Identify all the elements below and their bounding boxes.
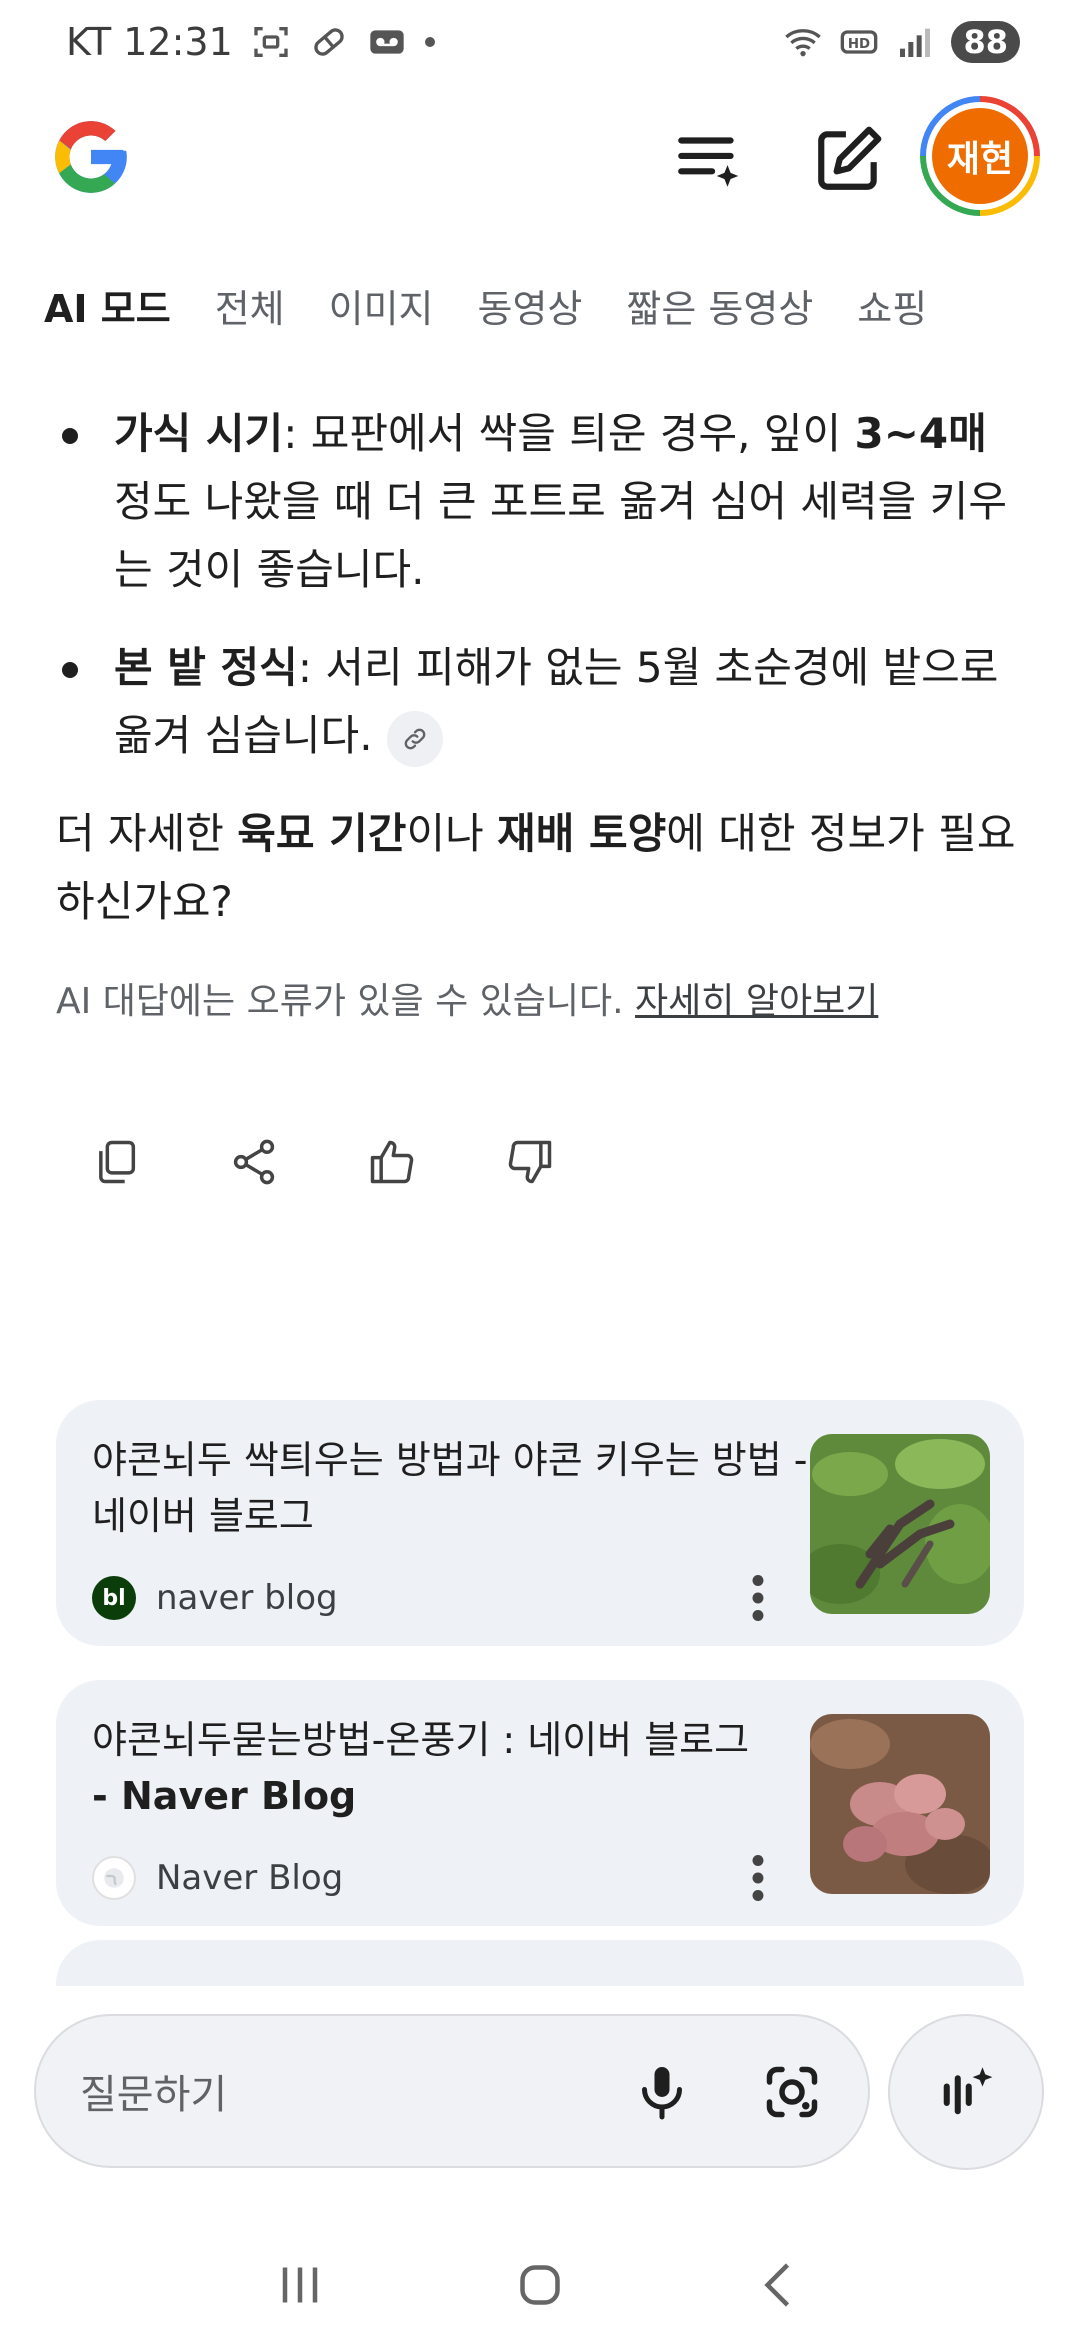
tab-short-videos[interactable]: 짧은 동영상 [604,278,835,333]
google-lens-icon[interactable] [762,2062,822,2122]
followup-text: 더 자세한 [56,809,238,858]
ai-answer: 가식 시기: 묘판에서 싹을 틔운 경우, 잎이 3~4매 정도 나왔을 때 더… [56,400,1026,1028]
source-title-text: 야콘뇌두묻는방법-온풍기 : 네이버 블로그 [92,1718,750,1762]
recent-apps-icon[interactable] [270,2255,330,2315]
source-title-text: - Naver Blog [92,1774,357,1818]
learn-more-link[interactable]: 자세히 알아보기 [635,981,878,1022]
more-options-icon[interactable] [746,1568,770,1628]
link-icon [404,728,425,749]
ai-disclaimer: AI 대답에는 오류가 있을 수 있습니다. 자세히 알아보기 [56,976,1026,1028]
naver-blog-favicon-icon: bl [92,1576,136,1620]
status-time: KT 12:31 [66,20,233,64]
tab-ai-mode[interactable]: AI 모드 [0,278,193,333]
search-mode-tabs: AI 모드 전체 이미지 동영상 짧은 동영상 쇼핑 [0,270,1080,340]
ai-voice-button[interactable] [888,2014,1044,2170]
tab-images[interactable]: 이미지 [307,278,456,333]
followup-text: 이나 [406,809,498,858]
home-icon[interactable] [510,2255,570,2315]
battery-level: 88 [951,21,1020,63]
disclaimer-text: AI 대답에는 오류가 있을 수 있습니다. [56,981,624,1022]
svg-text:HD: HD [848,37,870,52]
source-title: 야콘뇌두묻는방법-온풍기 : 네이버 블로그 - Naver Blog [92,1712,832,1824]
more-options-icon[interactable] [746,1848,770,1908]
source-title: 야콘뇌두 싹틔우는 방법과 야콘 키우는 방법 - 네이버 블로그 [92,1438,808,1538]
copy-icon[interactable] [90,1136,142,1188]
source-card-partial[interactable] [56,1940,1024,1986]
app-header: 재현 [0,96,1080,216]
bullet-text: 정도 나왔을 때 더 큰 포트로 옮겨 심어 세력을 키우는 것이 좋습니다. [114,477,1007,594]
account-avatar[interactable]: 재현 [920,96,1040,216]
source-thumbnail-plant [810,1434,990,1614]
followup-question: 더 자세한 육묘 기간이나 재배 토양에 대한 정보가 필요하신가요? [56,800,1026,936]
system-nav-bar [0,2230,1080,2340]
voicemail-icon [370,30,404,54]
status-bar: KT 12:31 HD 88 [0,0,1080,84]
wifi-icon [785,29,822,57]
globe-favicon-icon [92,1856,136,1900]
google-logo-icon[interactable] [48,114,134,200]
source-card[interactable]: 야콘뇌두묻는방법-온풍기 : 네이버 블로그 - Naver Blog Nave… [56,1680,1024,1926]
tab-shopping[interactable]: 쇼핑 [835,278,949,333]
thumbs-down-icon[interactable] [504,1136,556,1188]
back-icon[interactable] [750,2255,810,2315]
source-name: naver blog [156,1578,338,1618]
ask-input[interactable]: 질문하기 [34,2014,870,2168]
ask-placeholder: 질문하기 [80,2072,228,2118]
answer-actions [90,1136,556,1188]
screenshot-icon [254,27,288,57]
signal-icon [900,28,931,57]
pill-icon [314,28,344,56]
source-card[interactable]: 야콘뇌두 싹틔우는 방법과 야콘 키우는 방법 - 네이버 블로그 bl nav… [56,1400,1024,1646]
new-chat-edit-icon[interactable] [812,122,886,196]
sparkle-waveform-icon [943,2067,993,2115]
followup-bold: 재배 토양 [497,809,667,858]
answer-bullet: 본 밭 정식: 서리 피해가 없는 5월 초순경에 밭으로 옮겨 심습니다. [56,634,1026,770]
thumbs-up-icon[interactable] [366,1136,418,1188]
source-site: bl naver blog [92,1576,338,1620]
bullet-term: 가식 시기 [114,409,284,458]
source-link-button[interactable] [386,710,443,767]
bullet-text: : 묘판에서 싹을 틔운 경우, 잎이 [283,409,855,458]
notification-dot-icon [424,37,435,47]
source-name: Naver Blog [156,1858,344,1898]
history-sparkle-icon[interactable] [672,122,746,196]
bullet-bold-value: 3~4매 [854,409,987,458]
bullet-term: 본 밭 정식 [114,643,298,692]
avatar-initials: 재현 [932,108,1028,204]
hd-call-icon: HD [841,30,878,54]
source-thumbnail-tubers [810,1714,990,1894]
composer-area: 질문하기 [0,1986,1080,2246]
microphone-icon[interactable] [632,2062,692,2122]
tab-all[interactable]: 전체 [193,278,307,333]
source-site: Naver Blog [92,1856,343,1900]
share-icon[interactable] [228,1136,280,1188]
answer-bullet: 가식 시기: 묘판에서 싹을 틔운 경우, 잎이 3~4매 정도 나왔을 때 더… [56,400,1026,604]
followup-bold: 육묘 기간 [237,809,407,858]
tab-videos[interactable]: 동영상 [456,278,605,333]
